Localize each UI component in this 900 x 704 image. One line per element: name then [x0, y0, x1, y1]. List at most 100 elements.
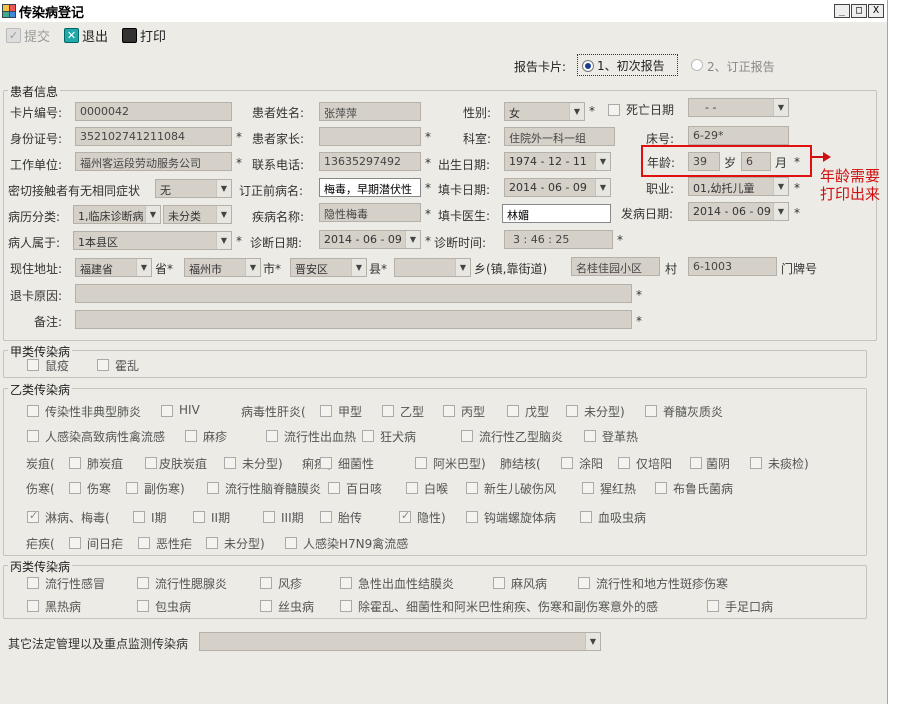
disease-checkbox[interactable]: [161, 405, 173, 417]
disease-checkbox[interactable]: [133, 511, 145, 523]
disease-checkbox[interactable]: [206, 537, 218, 549]
disease-checkbox[interactable]: [507, 405, 519, 417]
disease-checkbox[interactable]: [340, 600, 352, 612]
disease-checkbox[interactable]: [582, 482, 594, 494]
disease-checkbox[interactable]: [138, 537, 150, 549]
disease-checkbox[interactable]: [443, 405, 455, 417]
disease-checkbox[interactable]: [655, 482, 667, 494]
disease-checkbox[interactable]: [415, 457, 427, 469]
disease-checkbox[interactable]: [578, 577, 590, 589]
disease-checkbox[interactable]: [320, 405, 332, 417]
disease-checkbox[interactable]: [27, 600, 39, 612]
disease-checkbox[interactable]: [69, 537, 81, 549]
disease-checkbox[interactable]: [707, 600, 719, 612]
disease-checkbox[interactable]: [561, 457, 573, 469]
disease-checkbox[interactable]: [260, 600, 272, 612]
job-select[interactable]: 01,幼托儿童 ▼: [688, 177, 789, 196]
doctor-field[interactable]: 林媚: [502, 204, 611, 223]
disease-checkbox[interactable]: [399, 509, 411, 523]
disease-checkbox[interactable]: [340, 577, 352, 589]
disease-checkbox[interactable]: [27, 405, 39, 417]
disease-checkbox[interactable]: [328, 482, 340, 494]
city-select[interactable]: 福州市 ▼: [184, 258, 261, 277]
disease-checkbox[interactable]: [566, 405, 578, 417]
contact-select[interactable]: 无 ▼: [155, 179, 232, 198]
disease-checkbox[interactable]: [263, 511, 275, 523]
disease-checkbox[interactable]: [466, 511, 478, 523]
disease-checkbox[interactable]: [207, 482, 219, 494]
print-button[interactable]: 打印: [122, 26, 166, 45]
card-no-field[interactable]: 0000042: [75, 102, 232, 121]
disease-checkbox[interactable]: [97, 359, 109, 371]
card-option-corrected[interactable]: 2、订正报告: [691, 58, 775, 74]
disease-checkbox[interactable]: [69, 457, 81, 469]
house-field[interactable]: 6-1003: [688, 257, 777, 276]
town-select[interactable]: ▼: [394, 258, 471, 277]
disease-checkbox[interactable]: [27, 509, 39, 523]
disease-checkbox[interactable]: [27, 430, 39, 442]
card-option-initial[interactable]: 1、初次报告: [577, 54, 678, 76]
disease-checkbox[interactable]: [580, 511, 592, 523]
disease-checkbox[interactable]: [224, 457, 236, 469]
death-checkbox[interactable]: [608, 104, 620, 116]
disease-checkbox[interactable]: [750, 457, 762, 469]
submit-button[interactable]: ✓ 提交: [6, 26, 50, 45]
exit-button[interactable]: ✕ 退出: [64, 26, 108, 45]
radio-corrected[interactable]: [691, 59, 703, 71]
radio-initial[interactable]: [582, 60, 594, 72]
disease-checkbox[interactable]: [406, 482, 418, 494]
id-field[interactable]: 352102741211084: [75, 127, 232, 146]
disease-checkbox[interactable]: [645, 405, 657, 417]
case-type-select[interactable]: 1,临床诊断病 ▼: [73, 205, 161, 224]
disease-checkbox[interactable]: [27, 359, 39, 371]
parent-field[interactable]: [319, 127, 421, 146]
death-date-picker[interactable]: - - ▼: [688, 98, 789, 117]
disease-checkbox[interactable]: [618, 457, 630, 469]
disease-checkbox[interactable]: [690, 457, 702, 469]
disease-field[interactable]: 隐性梅毒: [319, 203, 421, 222]
disease-checkbox[interactable]: [260, 577, 272, 589]
close-button[interactable]: X: [868, 4, 884, 18]
district-select[interactable]: 晋安区 ▼: [290, 258, 367, 277]
disease-checkbox[interactable]: [382, 405, 394, 417]
disease-checkbox[interactable]: [320, 511, 332, 523]
disease-checkbox[interactable]: [266, 430, 278, 442]
disease-checkbox[interactable]: [185, 430, 197, 442]
work-field[interactable]: 福州客运段劳动服务公司: [75, 152, 232, 171]
disease-checkbox[interactable]: [362, 430, 374, 442]
case-sub-select[interactable]: 未分类 ▼: [163, 205, 232, 224]
diag-date-picker[interactable]: 2014 - 06 - 09 ▼: [319, 230, 421, 249]
gender-select[interactable]: 女 ▼: [504, 102, 585, 121]
reject-field[interactable]: [75, 284, 632, 303]
disease-checkbox[interactable]: [27, 577, 39, 589]
disease-checkbox[interactable]: [145, 457, 157, 469]
diag-time-field[interactable]: 3 : 46 : 25: [504, 230, 613, 249]
disease-checkbox[interactable]: [137, 577, 149, 589]
fill-date-picker[interactable]: 2014 - 06 - 09 ▼: [504, 178, 611, 197]
disease-checkbox[interactable]: [493, 577, 505, 589]
disease-checkbox[interactable]: [584, 430, 596, 442]
contact-value: 无: [160, 184, 171, 197]
bed-field[interactable]: 6-29*: [688, 126, 789, 145]
birth-date-picker[interactable]: 1974 - 12 - 11 ▼: [504, 152, 611, 171]
disease-checkbox[interactable]: [285, 537, 297, 549]
phone-field[interactable]: 13635297492: [319, 152, 421, 171]
dept-field[interactable]: 住院外一科一组: [504, 127, 615, 146]
name-field[interactable]: 张萍萍: [319, 102, 421, 121]
belong-select[interactable]: 1本县区 ▼: [73, 231, 232, 250]
maximize-button[interactable]: □: [851, 4, 867, 18]
minimize-button[interactable]: _: [834, 4, 850, 18]
other-select[interactable]: ▼: [199, 632, 601, 651]
disease-checkbox[interactable]: [193, 511, 205, 523]
before-field[interactable]: 梅毒，早期潜伏性: [319, 178, 421, 197]
disease-checkbox[interactable]: [126, 482, 138, 494]
village-field[interactable]: 名桂佳园小区: [571, 257, 660, 276]
disease-checkbox[interactable]: [137, 600, 149, 612]
disease-checkbox[interactable]: [461, 430, 473, 442]
province-select[interactable]: 福建省 ▼: [75, 258, 152, 277]
onset-date-picker[interactable]: 2014 - 06 - 09 ▼: [688, 202, 789, 221]
disease-checkbox[interactable]: [69, 482, 81, 494]
note-field[interactable]: [75, 310, 632, 329]
disease-checkbox[interactable]: [320, 457, 332, 469]
disease-checkbox[interactable]: [466, 482, 478, 494]
